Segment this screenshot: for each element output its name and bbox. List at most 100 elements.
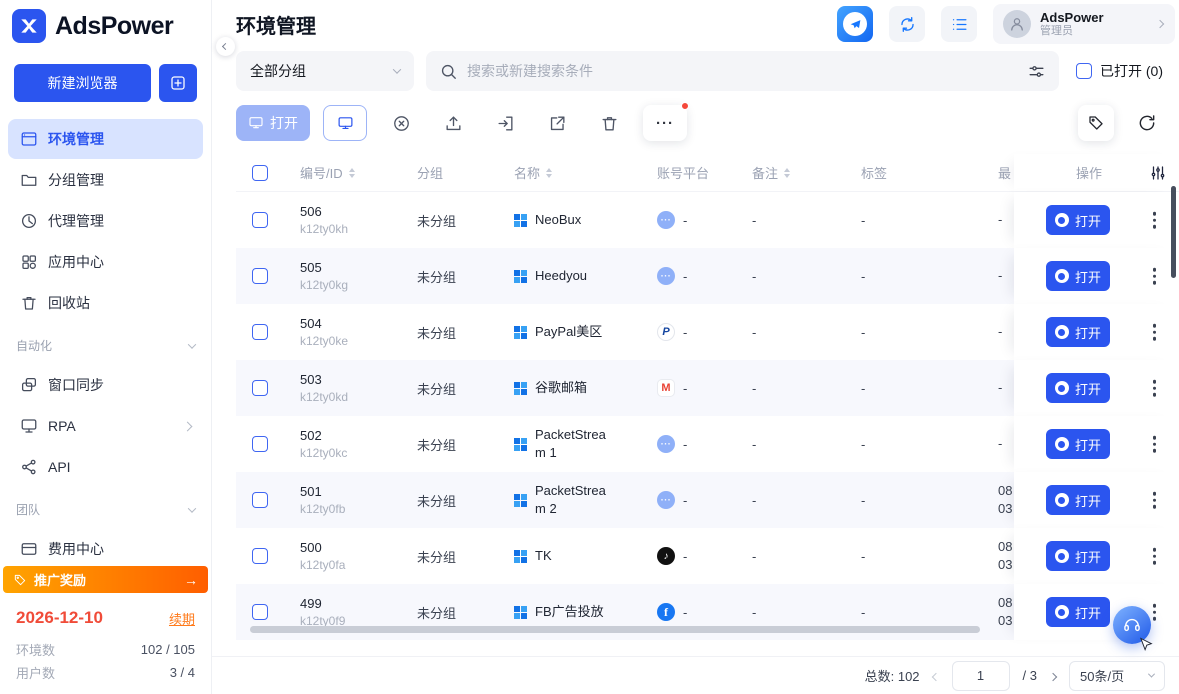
row-checkbox[interactable] bbox=[252, 492, 268, 508]
column-settings-icon[interactable] bbox=[1149, 164, 1167, 182]
sidebar-item-app-center[interactable]: 应用中心 bbox=[8, 242, 203, 282]
more-actions-button[interactable]: ··· bbox=[643, 105, 687, 141]
cell-note: - bbox=[752, 248, 842, 304]
open-profile-button[interactable]: 打开 bbox=[1046, 541, 1110, 571]
open-profile-button[interactable]: 打开 bbox=[1046, 317, 1110, 347]
cell-name[interactable]: PacketStream 2 bbox=[514, 472, 654, 528]
sidebar-item-environments[interactable]: 环境管理 bbox=[8, 119, 203, 159]
windows-icon bbox=[514, 326, 527, 339]
notification-dot bbox=[681, 102, 689, 110]
group-filter-dropdown[interactable]: 全部分组 bbox=[236, 51, 414, 91]
sidebar-item-groups[interactable]: 分组管理 bbox=[8, 160, 203, 200]
page-size-dropdown[interactable]: 50条/页 bbox=[1069, 661, 1165, 691]
brand-logo: AdsPower bbox=[0, 0, 211, 52]
prev-page-button[interactable] bbox=[933, 668, 939, 683]
vertical-scrollbar[interactable] bbox=[1171, 186, 1176, 278]
cell-note: - bbox=[752, 304, 842, 360]
row-more-menu[interactable] bbox=[1149, 488, 1161, 513]
row-more-menu[interactable] bbox=[1149, 376, 1161, 401]
advanced-filter-icon[interactable] bbox=[1027, 62, 1046, 81]
tag-manager-button[interactable] bbox=[1078, 105, 1114, 141]
telegram-button[interactable] bbox=[837, 6, 873, 42]
table-row: 505 k12ty0kg 未分组 Heedyou ··· - - - - bbox=[236, 248, 1179, 304]
cell-name[interactable]: NeoBux bbox=[514, 192, 654, 248]
globe-clock-icon bbox=[20, 212, 38, 230]
task-list-button[interactable] bbox=[941, 6, 977, 42]
import-button[interactable] bbox=[487, 105, 523, 141]
open-profile-button[interactable]: 打开 bbox=[1046, 205, 1110, 235]
select-all-checkbox[interactable] bbox=[252, 165, 268, 181]
column-name[interactable]: 名称 bbox=[514, 154, 654, 191]
sort-icon[interactable] bbox=[546, 168, 552, 178]
sidebar-collapse-button[interactable] bbox=[216, 37, 235, 56]
row-checkbox[interactable] bbox=[252, 212, 268, 228]
section-automation[interactable]: 自动化 bbox=[0, 324, 211, 358]
share-export-button[interactable] bbox=[539, 105, 575, 141]
cell-name[interactable]: PacketStream 1 bbox=[514, 416, 654, 472]
cell-name[interactable]: TK bbox=[514, 528, 654, 584]
section-team[interactable]: 团队 bbox=[0, 488, 211, 522]
row-more-menu[interactable] bbox=[1149, 320, 1161, 345]
open-profile-button[interactable]: 打开 bbox=[1046, 261, 1110, 291]
user-count-stat: 用户数 3 / 4 bbox=[16, 661, 195, 684]
tag-icon bbox=[13, 573, 27, 587]
column-id[interactable]: 编号/ID bbox=[300, 154, 412, 191]
profile-id: k12ty0fa bbox=[300, 558, 345, 572]
usage-stats: 环境数 102 / 105 用户数 3 / 4 bbox=[16, 638, 195, 684]
row-more-menu[interactable] bbox=[1149, 264, 1161, 289]
row-checkbox[interactable] bbox=[252, 380, 268, 396]
open-profile-button[interactable]: 打开 bbox=[1046, 429, 1110, 459]
sidebar-item-api[interactable]: API bbox=[8, 447, 203, 487]
row-more-menu[interactable] bbox=[1149, 432, 1161, 457]
row-checkbox[interactable] bbox=[252, 436, 268, 452]
sidebar-item-recycle-bin[interactable]: 回收站 bbox=[8, 283, 203, 323]
cell-name[interactable]: Heedyou bbox=[514, 248, 654, 304]
close-all-button[interactable] bbox=[383, 105, 419, 141]
cell-name[interactable]: 谷歌邮箱 bbox=[514, 360, 654, 416]
telegram-icon bbox=[843, 12, 867, 36]
open-profile-button[interactable]: 打开 bbox=[1046, 373, 1110, 403]
sidebar-item-rpa[interactable]: RPA bbox=[8, 406, 203, 446]
refresh-list-button[interactable] bbox=[1129, 105, 1165, 141]
cell-platform: ··· - bbox=[657, 416, 747, 472]
cell-actions: 打开 bbox=[1014, 360, 1179, 416]
column-actions: 操作 bbox=[1014, 154, 1179, 191]
open-window-mode-button[interactable] bbox=[323, 105, 367, 141]
x-circle-icon bbox=[392, 114, 411, 133]
sidebar-item-window-sync[interactable]: 窗口同步 bbox=[8, 365, 203, 405]
row-checkbox[interactable] bbox=[252, 548, 268, 564]
adspower-logo-icon bbox=[12, 9, 46, 43]
renew-link[interactable]: 续期 bbox=[169, 609, 195, 628]
row-more-menu[interactable] bbox=[1149, 208, 1161, 233]
current-page-input[interactable]: 1 bbox=[952, 661, 1010, 691]
row-checkbox[interactable] bbox=[252, 268, 268, 284]
new-browser-button[interactable]: 新建浏览器 bbox=[14, 64, 151, 102]
sidebar-item-proxies[interactable]: 代理管理 bbox=[8, 201, 203, 241]
row-more-menu[interactable] bbox=[1149, 544, 1161, 569]
user-menu[interactable]: AdsPower 管理员 bbox=[993, 4, 1175, 44]
export-upload-button[interactable] bbox=[435, 105, 471, 141]
cell-group: 未分组 bbox=[417, 304, 509, 360]
bulk-open-button[interactable]: 打开 bbox=[236, 105, 310, 141]
delete-button[interactable] bbox=[591, 105, 627, 141]
opened-filter[interactable]: 已打开 (0) bbox=[1076, 61, 1163, 81]
cell-id: 502 k12ty0kc bbox=[300, 416, 412, 472]
folder-icon bbox=[20, 171, 38, 189]
sidebar-item-cost-center[interactable]: 费用中心 bbox=[8, 529, 203, 569]
horizontal-scrollbar[interactable] bbox=[250, 626, 980, 633]
sort-icon[interactable] bbox=[349, 168, 355, 178]
opened-checkbox[interactable] bbox=[1076, 63, 1092, 79]
promo-rewards-banner[interactable]: 推广奖励 → bbox=[3, 566, 208, 593]
row-checkbox[interactable] bbox=[252, 324, 268, 340]
search-input[interactable] bbox=[467, 63, 1018, 79]
open-profile-button[interactable]: 打开 bbox=[1046, 485, 1110, 515]
open-profile-button[interactable]: 打开 bbox=[1046, 597, 1110, 627]
sort-icon[interactable] bbox=[784, 168, 790, 178]
next-page-button[interactable] bbox=[1050, 668, 1056, 683]
row-checkbox[interactable] bbox=[252, 604, 268, 620]
sync-button[interactable] bbox=[889, 6, 925, 42]
column-note[interactable]: 备注 bbox=[752, 154, 842, 191]
batch-create-button[interactable] bbox=[159, 64, 197, 102]
cell-name[interactable]: PayPal美区 bbox=[514, 304, 654, 360]
profile-name: TK bbox=[535, 547, 552, 565]
